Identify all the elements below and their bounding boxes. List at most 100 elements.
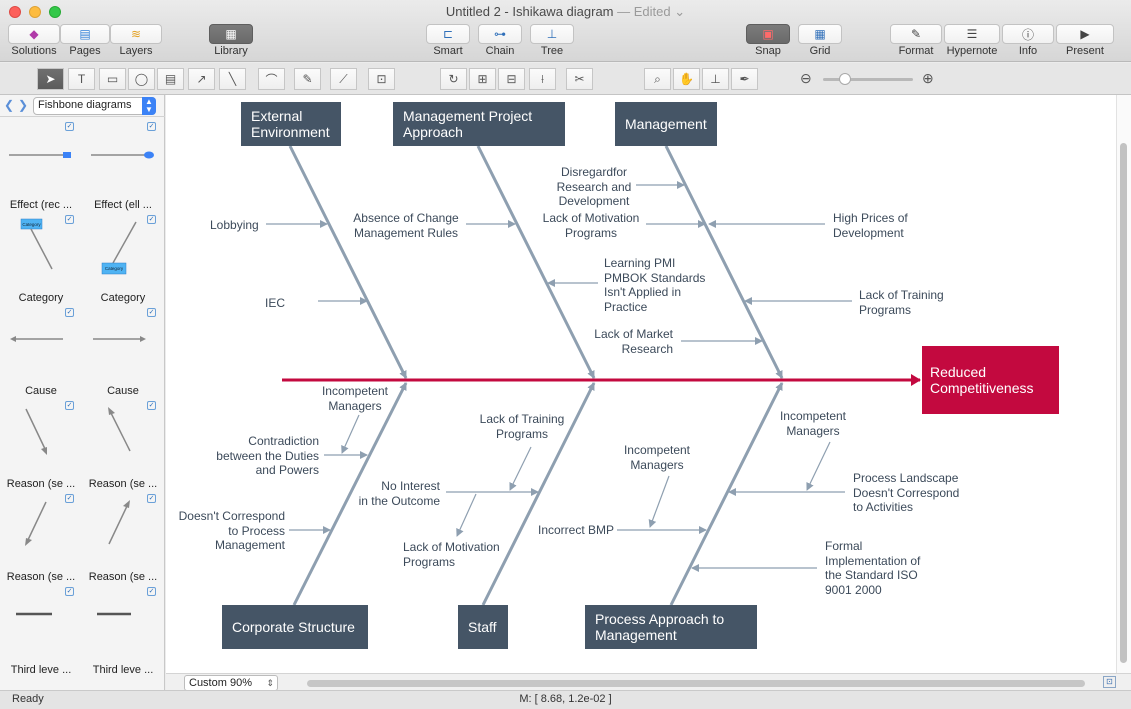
arc-tool-icon[interactable]: ⌒: [258, 68, 285, 90]
category-process-approach[interactable]: Process Approach to Management: [585, 605, 757, 649]
cause-incompetent-process[interactable]: Incompetent Managers: [772, 409, 854, 438]
back-arrow-icon[interactable]: ❮: [4, 98, 14, 112]
text-tool-icon[interactable]: T: [68, 68, 95, 90]
cause-market-research[interactable]: Lack of Market Research: [580, 327, 673, 356]
snap-button[interactable]: ▣ Snap: [746, 24, 790, 58]
snap-icon: ▣: [746, 24, 790, 44]
layers-icon: ≋: [110, 24, 162, 44]
effect-reduced-competitiveness[interactable]: Reduced Competitiveness: [922, 346, 1059, 414]
category-corporate-structure[interactable]: Corporate Structure: [222, 605, 368, 649]
grid-button[interactable]: ▦ Grid: [798, 24, 842, 58]
zoom-slider-knob[interactable]: [839, 73, 851, 85]
library-item-category-1[interactable]: ✓ Category Category: [0, 213, 82, 306]
group-icon[interactable]: ⊞: [469, 68, 496, 90]
library-item-reason-3[interactable]: ✓ Reason (se ...: [0, 492, 82, 585]
drawing-toolbar: ➤ T ▭ ◯ ▤ ↗ ╲ ⌒ ✎ ⟋ ⊡ ↻ ⊞ ⊟ ⟊ ✂ ⌕ ✋ ⊥ ✒ …: [0, 63, 1131, 95]
connect-icon[interactable]: ⟊: [529, 68, 556, 90]
ellipse-tool-icon[interactable]: ◯: [128, 68, 155, 90]
zoom-slider[interactable]: [823, 78, 913, 81]
svg-text:Category: Category: [105, 266, 124, 271]
library-nav: ❮ ❯ Fishbone diagrams ▲ ▼: [0, 95, 165, 117]
rotate-icon[interactable]: ↻: [440, 68, 467, 90]
ungroup-icon[interactable]: ⊟: [498, 68, 525, 90]
zoom-select[interactable]: Custom 90% ⇕: [184, 675, 278, 691]
cause-high-prices[interactable]: High Prices of Development: [833, 211, 908, 240]
library-item-third-level-1[interactable]: ✓ Third leve ...: [0, 585, 82, 678]
library-item-cause-2[interactable]: ✓ Cause: [82, 306, 164, 399]
library-item-effect-ellipse[interactable]: ✓ Effect (ell ...: [82, 120, 164, 213]
library-item-reason-2[interactable]: ✓ Reason (se ...: [82, 399, 164, 492]
cause-disregard-research[interactable]: Disregardfor Research and Development: [551, 165, 637, 209]
category-thumb-2: Category: [101, 221, 137, 275]
present-button[interactable]: ▶ Present: [1056, 24, 1114, 58]
pen-tool-icon[interactable]: ✎: [294, 68, 321, 90]
vertical-scrollbar[interactable]: [1116, 95, 1131, 673]
cause-training-top[interactable]: Lack of Training Programs: [859, 288, 944, 317]
tree-button[interactable]: ⊥ Tree: [530, 24, 574, 58]
disconnect-icon[interactable]: ✂: [566, 68, 593, 90]
hypernote-button[interactable]: ☰ Hypernote: [944, 24, 1000, 58]
insert-object-icon[interactable]: ⊡: [368, 68, 395, 90]
horizontal-scroll-thumb[interactable]: [307, 680, 1085, 687]
category-external-environment[interactable]: External Environment: [241, 102, 341, 146]
solutions-icon: ◆: [8, 24, 60, 44]
layers-button[interactable]: ≋ Layers: [110, 24, 162, 58]
cause-motivation-top[interactable]: Lack of Motivation Programs: [536, 211, 646, 240]
note-tool-icon[interactable]: ▤: [157, 68, 184, 90]
vertical-scroll-thumb[interactable]: [1120, 143, 1127, 663]
cause-incompetent-corporate[interactable]: Incompetent Managers: [318, 384, 392, 413]
arrow-tool-icon[interactable]: ↗: [188, 68, 215, 90]
cause-absence-change-rules[interactable]: Absence of Change Management Rules: [347, 211, 465, 240]
zoom-out-icon[interactable]: ⊖: [800, 70, 812, 87]
cause-incompetent-staff[interactable]: Incompetent Managers: [615, 443, 699, 472]
category-staff[interactable]: Staff: [458, 605, 508, 649]
library-item-effect-rect[interactable]: ✓ Effect (rec ...: [0, 120, 82, 213]
library-item-category-2[interactable]: ✓ Category Category: [82, 213, 164, 306]
library-button[interactable]: ▦ Library: [209, 24, 253, 58]
library-item-reason-4[interactable]: ✓ Reason (se ...: [82, 492, 164, 585]
select-arrows-icon: ⇕: [266, 678, 274, 688]
cause-iec[interactable]: IEC: [265, 296, 285, 311]
present-icon: ▶: [1056, 24, 1114, 44]
cause-process-landscape[interactable]: Process Landscape Doesn't Correspond to …: [853, 471, 959, 515]
cause-doesnt-correspond[interactable]: Doesn't Correspond to Process Management: [172, 509, 285, 553]
pages-button[interactable]: ▤ Pages: [60, 24, 110, 58]
zoom-in-icon[interactable]: ⊕: [922, 70, 934, 87]
window-title: Untitled 2 - Ishikawa diagram — Edited ⌄: [445, 4, 686, 19]
solutions-button[interactable]: ◆ Solutions: [8, 24, 60, 58]
svg-text:Category: Category: [22, 222, 41, 227]
cause-pmi-not-applied[interactable]: Learning PMI PMBOK Standards Isn't Appli…: [604, 256, 705, 314]
category-management-project-approach[interactable]: Management Project Approach: [393, 102, 565, 146]
bezier-tool-icon[interactable]: ⟋: [330, 68, 357, 90]
cause-lobbying[interactable]: Lobbying: [210, 218, 259, 233]
format-button[interactable]: ✎ Format: [890, 24, 942, 58]
cause-motivation-staff[interactable]: Lack of Motivation Programs: [403, 540, 500, 569]
library-select[interactable]: Fishbone diagrams ▲ ▼: [33, 97, 156, 115]
line-tool-icon[interactable]: ╲: [219, 68, 246, 90]
third-level-thumb-2: [97, 612, 131, 616]
smart-connector-icon: ⊏: [426, 24, 470, 44]
third-level-thumb-1: [16, 612, 52, 616]
forward-arrow-icon[interactable]: ❯: [18, 98, 28, 112]
smart-button[interactable]: ⊏ Smart: [426, 24, 470, 58]
cause-formal-iso[interactable]: Formal Implementation of the Standard IS…: [825, 539, 920, 597]
library-item-cause-1[interactable]: ✓ Cause: [0, 306, 82, 399]
cause-training-staff[interactable]: Lack of Training Programs: [473, 412, 571, 441]
category-management[interactable]: Management: [615, 102, 717, 146]
cause-incorrect-bmp[interactable]: Incorrect BMP: [538, 523, 614, 538]
library-item-reason-1[interactable]: ✓ Reason (se ...: [0, 399, 82, 492]
chain-icon: ⊶: [478, 24, 522, 44]
info-button[interactable]: ⓘ Info: [1002, 24, 1054, 58]
hand-pan-icon[interactable]: ✋: [673, 68, 700, 90]
cause-contradiction-duties[interactable]: Contradiction between the Duties and Pow…: [206, 434, 319, 478]
stamp-icon[interactable]: ⊥: [702, 68, 729, 90]
cause-no-interest[interactable]: No Interest in the Outcome: [345, 479, 440, 508]
info-icon: ⓘ: [1002, 24, 1054, 44]
library-item-third-level-2[interactable]: ✓ Third leve ...: [82, 585, 164, 678]
select-pointer-icon[interactable]: ➤: [37, 68, 64, 90]
eyedropper-icon[interactable]: ✒: [731, 68, 758, 90]
chain-button[interactable]: ⊶ Chain: [478, 24, 522, 58]
zoom-search-icon[interactable]: ⌕: [644, 68, 671, 90]
rectangle-tool-icon[interactable]: ▭: [99, 68, 126, 90]
fit-page-icon[interactable]: ⊡: [1103, 676, 1116, 688]
